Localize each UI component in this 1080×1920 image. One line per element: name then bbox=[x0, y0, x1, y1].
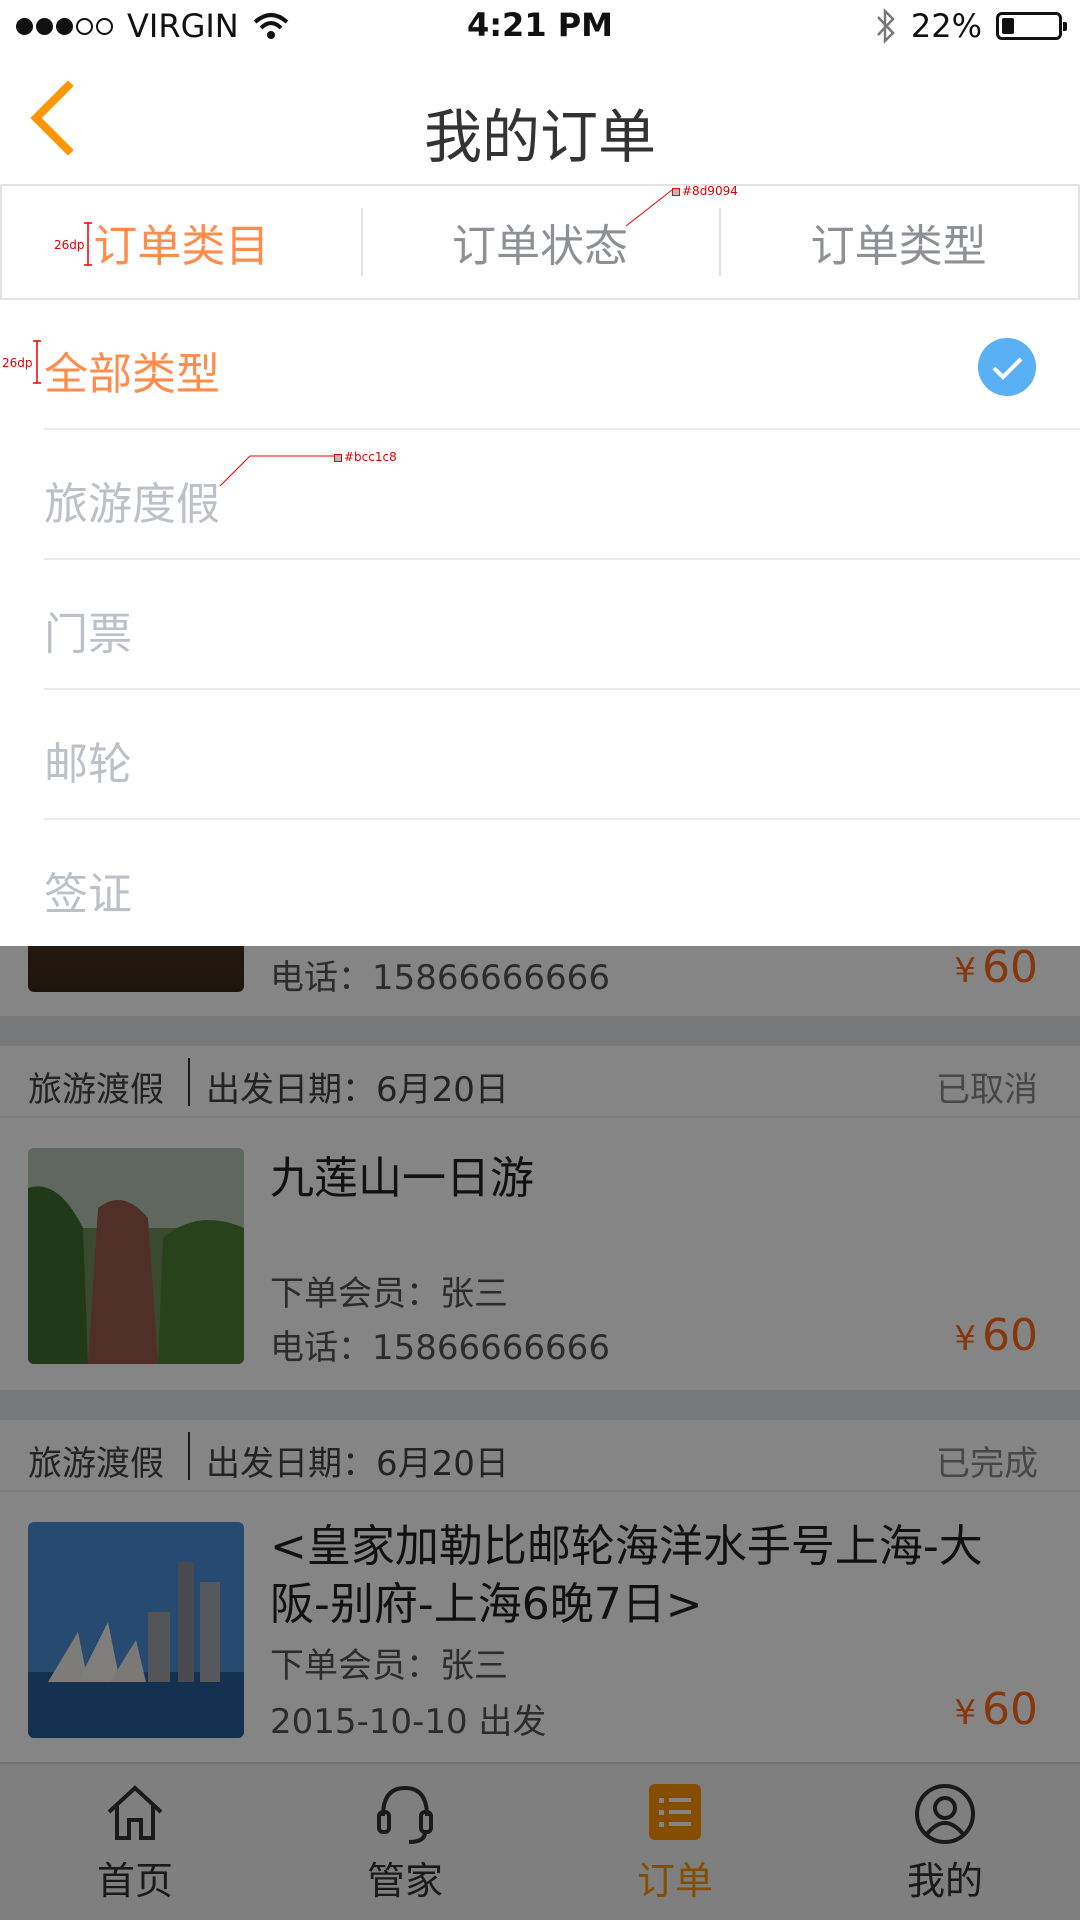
annotation-tab-height: 26dp bbox=[54, 238, 85, 252]
bluetooth-icon bbox=[876, 7, 895, 45]
annotation-option-height: 26dp bbox=[2, 356, 33, 370]
annotation-option-bracket bbox=[33, 340, 41, 384]
status-bar: VIRGIN 4:21 PM 22% bbox=[0, 0, 1080, 54]
dropdown-option-tickets[interactable]: 门票 bbox=[0, 560, 1080, 690]
option-label: 旅游度假 bbox=[44, 479, 220, 530]
annotation-option-color: #bcc1c8 bbox=[334, 450, 397, 464]
annotation-tab-bracket bbox=[84, 222, 92, 266]
nav-bar: 我的订单 bbox=[0, 54, 1080, 184]
status-right: 22% bbox=[875, 6, 1067, 46]
option-label: 全部类型 bbox=[44, 349, 220, 400]
tab-order-type[interactable]: 订单类型 bbox=[719, 186, 1078, 298]
dropdown-option-travel[interactable]: 旅游度假 bbox=[0, 430, 1080, 560]
dim-overlay[interactable] bbox=[0, 946, 1080, 1920]
dropdown-option-visa[interactable]: 签证 bbox=[0, 820, 1080, 946]
check-circle-icon bbox=[978, 338, 1036, 396]
dropdown-option-cruise[interactable]: 邮轮 bbox=[0, 690, 1080, 820]
battery-icon bbox=[996, 12, 1067, 40]
filter-tabs: 订单类目 订单状态 订单类型 bbox=[0, 184, 1080, 300]
category-dropdown: 全部类型 旅游度假 门票 邮轮 签证 bbox=[0, 300, 1080, 946]
option-label: 签证 bbox=[44, 869, 132, 920]
page-title: 我的订单 bbox=[423, 103, 656, 171]
option-label: 门票 bbox=[44, 609, 132, 660]
annotation-option-color-leader bbox=[219, 455, 334, 487]
annotation-tab-color-leader bbox=[625, 189, 673, 227]
dropdown-option-all[interactable]: 全部类型 bbox=[0, 300, 1080, 430]
battery-percent: 22% bbox=[910, 7, 982, 45]
battery-level bbox=[1002, 18, 1014, 34]
option-label: 邮轮 bbox=[44, 739, 132, 790]
annotation-tab-color: #8d9094 bbox=[672, 184, 738, 198]
